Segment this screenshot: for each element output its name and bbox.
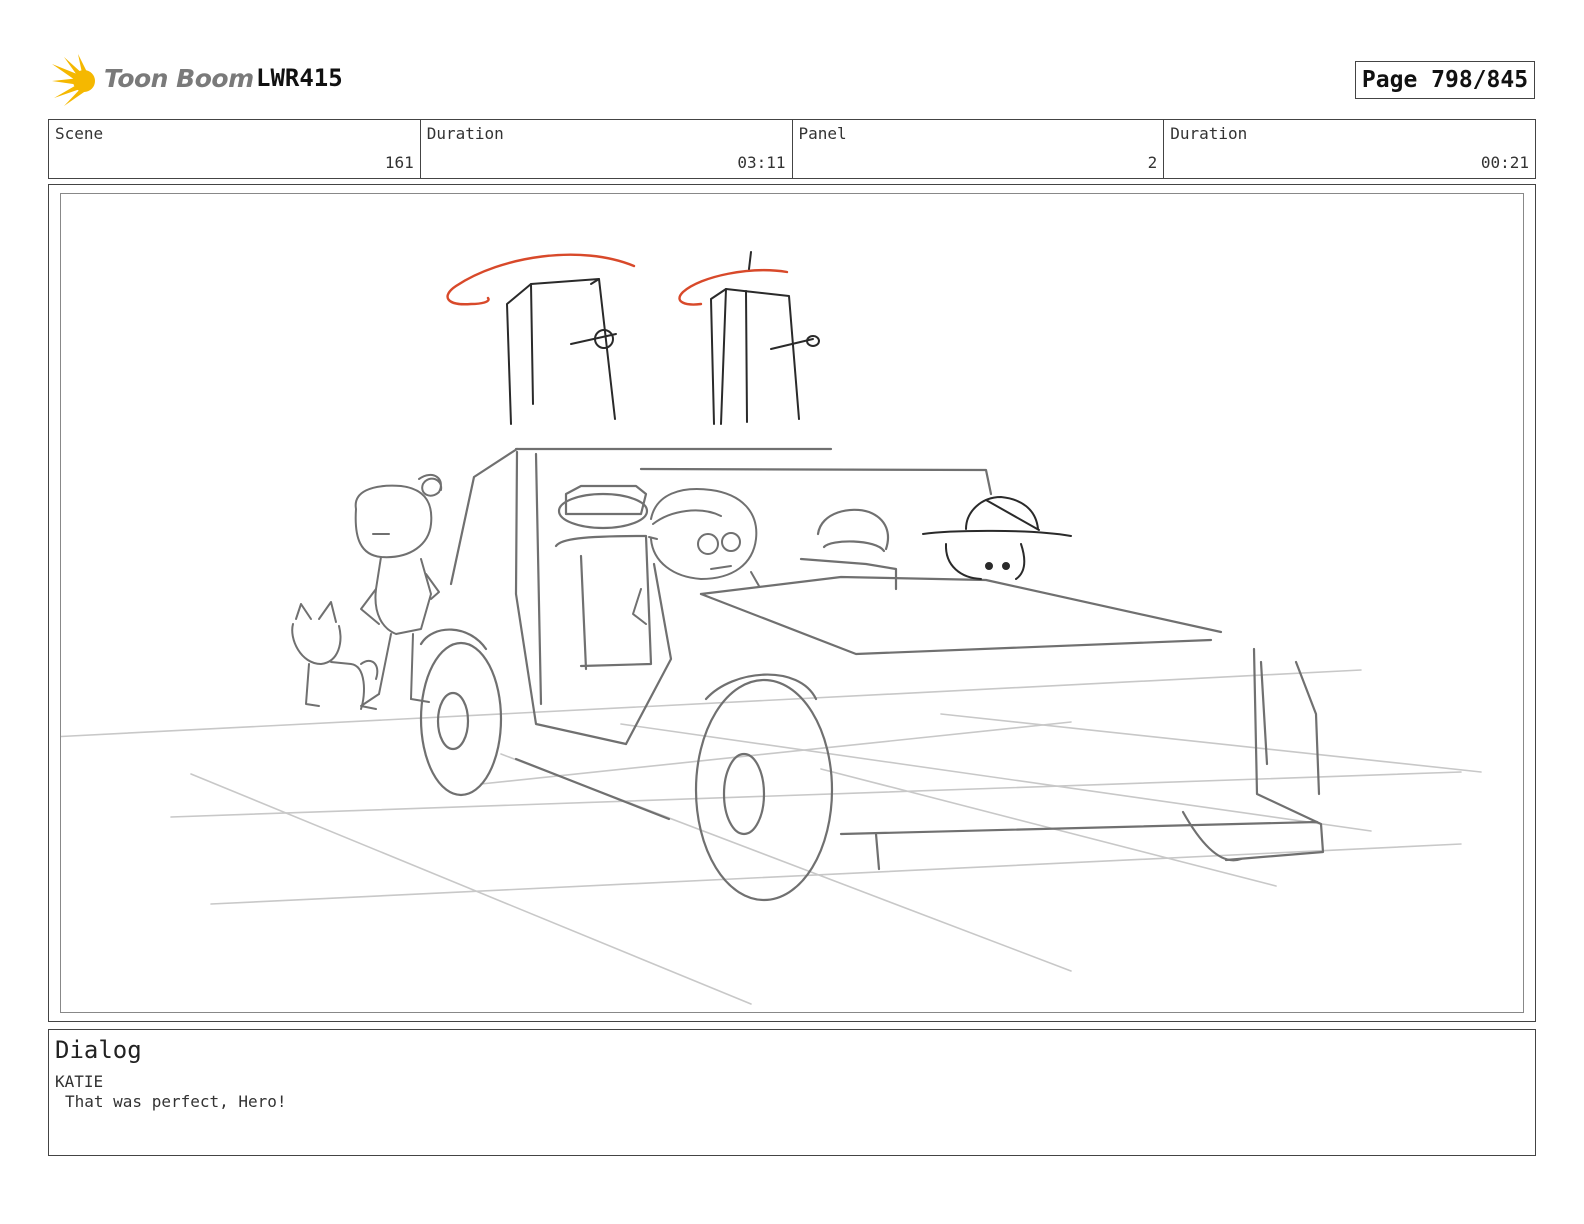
driver-with-hat [922,496,1072,580]
scene-duration-value: 03:11 [737,153,786,172]
car-body [449,447,1325,862]
panel-sketch [61,251,1482,1005]
car-wheels [419,628,1243,902]
panel-duration-label: Duration [1170,124,1248,143]
scene-cell: Scene 161 [49,120,421,178]
scene-duration-label: Duration [426,124,504,143]
logo-text: Toon Boom [104,64,254,93]
panel-value: 2 [1147,153,1158,172]
dialog-title: Dialog [55,1036,142,1064]
dialog-line: That was perfect, Hero! [65,1092,287,1111]
dialog-speaker: KATIE [55,1072,104,1091]
panel-duration-cell: Duration 00:21 [1164,120,1535,178]
panel-info-table: Scene 161 Duration 03:11 Panel 2 Duratio… [48,119,1536,179]
scene-label: Scene [55,124,104,143]
project-id: LWR415 [256,64,343,92]
storyboard-panel [60,193,1524,1013]
dialog-box: Dialog KATIE That was perfect, Hero! [48,1029,1536,1156]
ground-grid [61,669,1482,1005]
dog-character [291,601,379,710]
scene-value: 161 [384,153,414,172]
storyboard-panel-frame [48,184,1536,1022]
sunburst-icon [52,54,95,106]
car-doors [506,251,820,425]
toon-boom-logo: Toon Boom [52,54,254,108]
scene-duration-cell: Duration 03:11 [421,120,793,178]
boy-with-glasses [632,488,760,625]
panel-label: Panel [798,124,847,143]
panel-cell: Panel 2 [793,120,1165,178]
motion-arrows [446,253,789,306]
page-counter: Page 798/845 [1355,61,1535,99]
panel-duration-value: 00:21 [1480,153,1529,172]
